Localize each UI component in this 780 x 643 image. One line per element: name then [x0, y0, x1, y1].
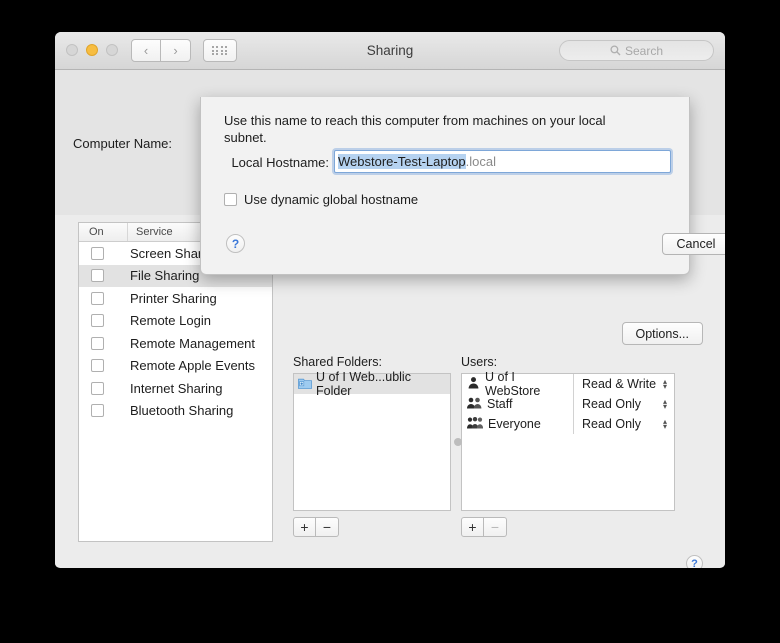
service-row[interactable]: Bluetooth Sharing [79, 400, 272, 423]
service-checkbox[interactable] [91, 359, 104, 373]
permission-value: Read Only [582, 397, 642, 411]
stepper-arrows-icon[interactable]: ▴ ▾ [663, 418, 669, 431]
user-icon [467, 376, 480, 392]
sharing-preferences-window: ‹ › Sharing Search Computer Name: Edit..… [55, 32, 725, 568]
user-name-label: Everyone [488, 417, 541, 431]
shared-folder-label: U of I Web...ublic Folder [316, 370, 411, 398]
add-user-button[interactable]: + [461, 517, 484, 537]
users-listbox[interactable]: U of I WebStore Read & Write ▴ ▾ Staff Read O… [461, 370, 675, 511]
service-checkbox[interactable] [91, 246, 104, 260]
column-header-on: On [89, 226, 104, 238]
service-checkbox[interactable] [91, 314, 104, 328]
dynamic-global-hostname-label: Use dynamic global hostname [244, 192, 419, 207]
service-label: Remote Apple Events [130, 358, 256, 374]
shared-folders-listbox[interactable]: U of I Web...ublic Folder [293, 370, 451, 511]
service-row[interactable]: Remote Management [79, 332, 272, 355]
search-placeholder: Search [624, 43, 664, 58]
group-icon [467, 396, 482, 412]
permission-popup[interactable]: Read Only ▴ ▾ [573, 394, 669, 414]
local-hostname-sheet: Use this name to reach this computer fro… [200, 97, 725, 275]
service-row[interactable]: Internet Sharing [79, 377, 272, 400]
search-icon [610, 45, 621, 56]
user-name-label: Staff [487, 397, 513, 411]
dynamic-global-hostname-row[interactable]: Use dynamic global hostname [224, 192, 418, 207]
shared-folder-row[interactable]: U of I Web...ublic Folder [294, 370, 450, 398]
shared-folder-icon [298, 377, 312, 392]
local-hostname-label: Local Hostname: [231, 155, 329, 170]
window-titlebar: ‹ › Sharing Search [55, 32, 725, 70]
service-row[interactable]: Remote Apple Events [79, 355, 272, 378]
local-hostname-selected-text: Webstore-Test-Laptop [338, 154, 466, 169]
remove-shared-folder-button[interactable]: − [316, 517, 339, 537]
help-button[interactable]: ? [686, 555, 703, 568]
user-row[interactable]: U of I WebStore Read & Write ▴ ▾ [462, 370, 674, 398]
service-checkbox[interactable] [91, 291, 104, 305]
local-hostname-input[interactable]: Webstore-Test-Laptop .local [334, 150, 671, 173]
service-checkbox[interactable] [91, 381, 104, 395]
user-name-cell: Everyone [467, 416, 573, 432]
service-label: Printer Sharing [130, 290, 217, 306]
service-checkbox[interactable] [91, 404, 104, 418]
permission-popup[interactable]: Read Only ▴ ▾ [573, 414, 669, 434]
shared-folders-controls: + − [293, 517, 339, 537]
permission-value: Read & Write [582, 377, 657, 391]
service-checkbox[interactable] [91, 269, 104, 283]
users-controls: + − [461, 517, 507, 537]
search-input[interactable]: Search [559, 40, 714, 61]
service-label: Bluetooth Sharing [130, 403, 234, 419]
everyone-icon [467, 416, 484, 432]
user-row[interactable]: Staff Read Only ▴ ▾ [462, 394, 674, 414]
user-name-label: U of I WebStore [485, 370, 541, 398]
service-label: Remote Login [130, 313, 211, 329]
dynamic-global-hostname-checkbox[interactable] [224, 193, 237, 206]
service-label: Remote Management [130, 335, 256, 351]
shared-folders-label: Shared Folders: [293, 355, 382, 369]
service-checkbox[interactable] [91, 336, 104, 350]
stepper-arrows-icon[interactable]: ▴ ▾ [663, 398, 669, 411]
options-button[interactable]: Options... [621, 322, 703, 345]
remove-user-button: − [484, 517, 507, 537]
permission-value: Read Only [582, 417, 642, 431]
users-label: Users: [461, 355, 498, 369]
cancel-button[interactable]: Cancel [662, 233, 725, 255]
user-name-cell: Staff [467, 396, 573, 412]
sheet-message: Use this name to reach this computer fro… [224, 113, 606, 145]
stepper-arrows-icon[interactable]: ▴ ▾ [663, 378, 669, 391]
service-label: File Sharing [130, 268, 200, 284]
service-row[interactable]: Remote Login [79, 310, 272, 333]
service-row[interactable]: Printer Sharing [79, 287, 272, 310]
service-label: Internet Sharing [130, 380, 223, 396]
sheet-help-button[interactable]: ? [226, 234, 245, 253]
computer-name-label: Computer Name: [73, 136, 172, 151]
local-hostname-suffix: .local [465, 154, 497, 169]
user-name-cell: U of I WebStore [467, 370, 573, 398]
panel-splitter-handle[interactable] [454, 438, 462, 446]
add-shared-folder-button[interactable]: + [293, 517, 316, 537]
user-row[interactable]: Everyone Read Only ▴ ▾ [462, 414, 674, 434]
permission-popup[interactable]: Read & Write ▴ ▾ [573, 374, 669, 394]
